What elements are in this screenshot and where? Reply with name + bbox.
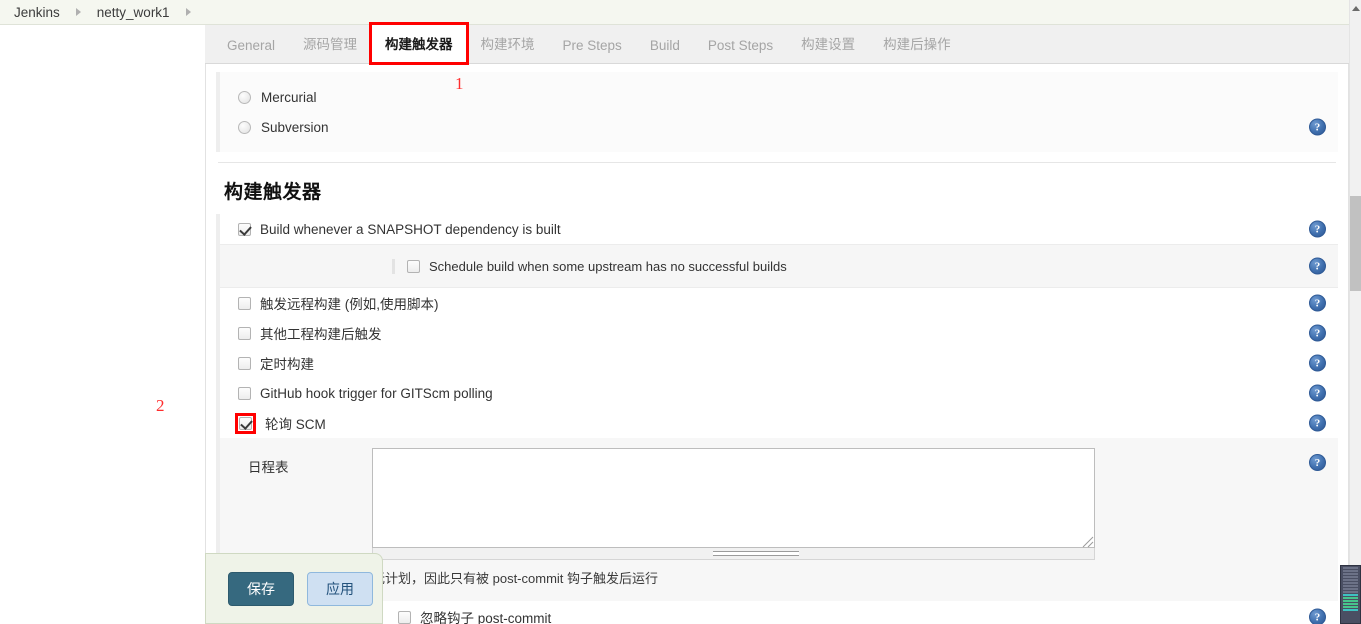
tab-post-build-actions[interactable]: 构建后操作	[869, 24, 965, 63]
trigger-label: 轮询 SCM	[265, 417, 326, 432]
breadcrumb-item-netty-work1[interactable]: netty_work1	[95, 5, 172, 20]
apply-button[interactable]: 应用	[307, 571, 373, 606]
trigger-snapshot-dependency[interactable]: Build whenever a SNAPSHOT dependency is …	[220, 214, 1338, 244]
perf-bar	[1343, 585, 1358, 587]
trigger-remote-build[interactable]: 触发远程构建 (例如,使用脚本) ?	[220, 288, 1338, 318]
help-icon[interactable]: ?	[1309, 257, 1326, 275]
perf-bar-green	[1343, 597, 1358, 599]
trigger-poll-scm[interactable]: 轮询 SCM ?	[220, 408, 1338, 438]
perf-bar	[1343, 591, 1358, 593]
config-panel-body: Mercurial Subversion ? 构建触发器 Build whene…	[205, 64, 1349, 624]
checkbox-icon[interactable]	[407, 259, 420, 273]
perf-bar-green	[1343, 603, 1358, 605]
trigger-label: 触发远程构建 (例如,使用脚本)	[260, 297, 439, 312]
poll-scm-schedule-section: 日程表 无计划，因此只有被 post-commit 钩子触发后运行 ?	[216, 438, 1338, 601]
help-icon[interactable]: ?	[1309, 608, 1326, 624]
help-icon[interactable]: ?	[1309, 294, 1326, 312]
build-triggers-group: Build whenever a SNAPSHOT dependency is …	[216, 214, 1338, 438]
tab-build-settings[interactable]: 构建设置	[787, 24, 869, 63]
checkbox-icon[interactable]	[238, 386, 251, 400]
trigger-label: GitHub hook trigger for GITScm polling	[260, 385, 493, 401]
scm-option-label: Subversion	[261, 119, 329, 135]
tab-build-triggers[interactable]: 构建触发器	[369, 22, 469, 65]
breadcrumb-item-jenkins[interactable]: Jenkins	[12, 5, 62, 20]
trigger-label: Schedule build when some upstream has no…	[429, 258, 787, 274]
tab-post-steps[interactable]: Post Steps	[694, 29, 787, 63]
performance-monitor-widget[interactable]	[1340, 565, 1361, 624]
checkbox-icon[interactable]	[238, 296, 251, 310]
breadcrumb-separator-icon	[185, 8, 191, 16]
help-icon[interactable]: ?	[1309, 384, 1326, 402]
scm-option-mercurial[interactable]: Mercurial	[220, 82, 1338, 112]
page-vertical-scrollbar[interactable]	[1349, 0, 1361, 624]
config-tab-bar: General 源码管理 构建触发器 构建环境 Pre Steps Build …	[205, 22, 1349, 65]
trigger-ignore-post-commit[interactable]: 忽略钩子 post-commit ?	[216, 601, 1338, 624]
perf-bar	[1343, 570, 1358, 572]
schedule-horizontal-scrollbar[interactable]	[372, 548, 1095, 560]
trigger-label: Build whenever a SNAPSHOT dependency is …	[260, 221, 561, 237]
perf-bar-green	[1343, 606, 1358, 608]
page-title: 构建触发器	[224, 182, 322, 203]
schedule-input[interactable]	[372, 448, 1095, 548]
perf-bar-green	[1343, 600, 1358, 602]
tab-general[interactable]: General	[213, 29, 289, 63]
schedule-note: 无计划，因此只有被 post-commit 钩子触发后运行	[372, 571, 659, 586]
checkbox-icon[interactable]	[238, 326, 251, 340]
perf-bar-teal	[1343, 609, 1358, 611]
jenkins-job-config-page: Jenkins netty_work1 General 源码管理 构建触发器 构…	[0, 0, 1361, 624]
checkbox-icon[interactable]	[398, 610, 411, 624]
tab-source-management[interactable]: 源码管理	[289, 24, 371, 63]
help-icon[interactable]: ?	[1309, 354, 1326, 372]
trigger-label: 其他工程构建后触发	[260, 327, 382, 342]
schedule-field-wrapper: 无计划，因此只有被 post-commit 钩子触发后运行	[372, 448, 1338, 595]
scrollbar-thumb[interactable]	[1350, 196, 1361, 291]
checkbox-icon[interactable]	[238, 356, 251, 370]
help-icon[interactable]: ?	[1309, 118, 1326, 136]
help-icon[interactable]: ?	[1309, 414, 1326, 432]
help-icon[interactable]: ?	[1309, 324, 1326, 342]
radio-icon[interactable]	[238, 90, 251, 104]
breadcrumb: Jenkins netty_work1	[0, 0, 1349, 25]
perf-bar	[1343, 579, 1358, 581]
checkbox-icon[interactable]	[238, 222, 251, 236]
tab-build-environment[interactable]: 构建环境	[467, 24, 549, 63]
radio-icon[interactable]	[238, 120, 251, 134]
config-content-area: General 源码管理 构建触发器 构建环境 Pre Steps Build …	[205, 22, 1349, 624]
poll-scm-checkbox-highlight	[235, 412, 256, 434]
scrollbar-thumb[interactable]	[713, 551, 799, 556]
tab-build[interactable]: Build	[636, 29, 694, 63]
trigger-snapshot-suboptions: Schedule build when some upstream has no…	[220, 244, 1338, 288]
trigger-label: 定时构建	[260, 357, 314, 372]
trigger-after-other-projects[interactable]: 其他工程构建后触发 ?	[220, 318, 1338, 348]
scroll-up-arrow-icon[interactable]	[1352, 6, 1360, 11]
checkbox-icon[interactable]	[239, 416, 252, 430]
save-button[interactable]: 保存	[228, 571, 294, 606]
perf-bar	[1343, 582, 1358, 584]
help-icon[interactable]: ?	[1309, 220, 1326, 238]
trigger-github-hook[interactable]: GitHub hook trigger for GITScm polling ?	[220, 378, 1338, 408]
perf-bar	[1343, 573, 1358, 575]
tab-pre-steps[interactable]: Pre Steps	[549, 29, 636, 63]
trigger-scheduled-build[interactable]: 定时构建 ?	[220, 348, 1338, 378]
perf-bar	[1343, 588, 1358, 590]
trigger-schedule-upstream[interactable]: Schedule build when some upstream has no…	[220, 251, 1338, 281]
perf-bar	[1343, 576, 1358, 578]
annotation-marker-1: 1	[455, 74, 464, 93]
trigger-label: 忽略钩子 post-commit	[420, 611, 552, 624]
perf-bar-teal	[1343, 594, 1358, 596]
help-icon[interactable]: ?	[1309, 454, 1326, 471]
breadcrumb-separator-icon	[75, 8, 81, 16]
perf-bar	[1343, 567, 1358, 569]
scm-option-label: Mercurial	[261, 89, 317, 105]
scm-option-subversion[interactable]: Subversion ?	[220, 112, 1338, 142]
save-action-bar: 保存 应用	[205, 553, 383, 624]
scm-options-group: Mercurial Subversion ?	[216, 72, 1338, 152]
annotation-marker-2: 2	[156, 396, 165, 415]
